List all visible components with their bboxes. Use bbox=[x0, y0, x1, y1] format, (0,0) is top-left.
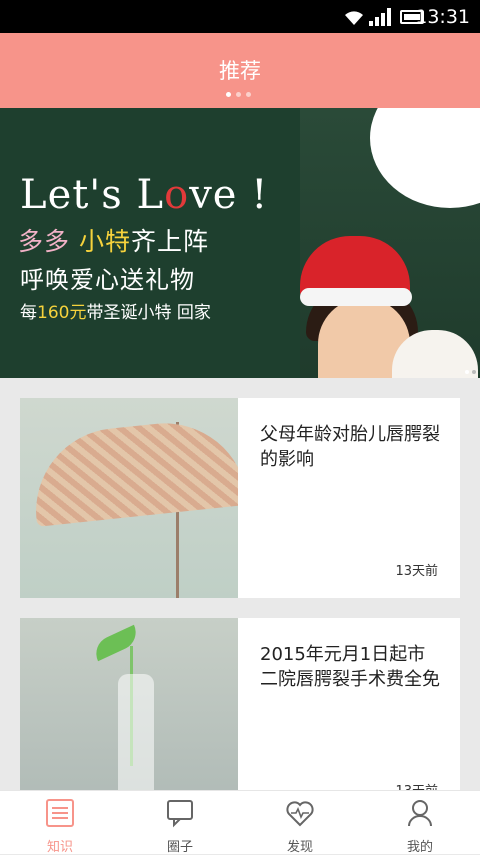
tab-circle[interactable]: 圈子 bbox=[120, 791, 240, 855]
umbrella-image bbox=[27, 415, 238, 527]
heartbeat-icon bbox=[286, 801, 314, 827]
plant-leaf bbox=[90, 624, 142, 662]
promo-banner[interactable]: Let's Love ! 多多 小特齐上阵 呼唤爱心送礼物 每160元带圣诞小特… bbox=[0, 108, 480, 378]
indicator-dot bbox=[226, 92, 231, 97]
article-thumbnail bbox=[20, 618, 238, 818]
tab-label: 发现 bbox=[286, 840, 313, 855]
article-card[interactable]: 2015年元月1日起市二院唇腭裂手术费全免 13天前 bbox=[20, 618, 460, 818]
status-time: 13:31 bbox=[415, 6, 470, 28]
article-title: 2015年元月1日起市二院唇腭裂手术费全免 bbox=[260, 644, 440, 690]
indicator-dot bbox=[465, 370, 469, 374]
header-page-indicator bbox=[226, 92, 251, 97]
santa-hat-brim bbox=[300, 288, 412, 306]
banner-subline-1: 多多 小特齐上阵 bbox=[18, 227, 209, 256]
page-title: 推荐 bbox=[219, 59, 261, 83]
indicator-dot bbox=[472, 370, 476, 374]
tab-label: 我的 bbox=[406, 840, 433, 855]
tab-label: 知识 bbox=[46, 840, 73, 855]
tab-profile[interactable]: 我的 bbox=[360, 791, 480, 855]
banner-page-indicator bbox=[465, 370, 476, 374]
article-time: 13天前 bbox=[395, 564, 438, 579]
app-header: 推荐 bbox=[0, 33, 480, 108]
bottom-tab-bar: 知识 圈子 发现 我的 bbox=[0, 790, 480, 855]
article-card[interactable]: 父母年龄对胎儿唇腭裂的影响 13天前 bbox=[20, 398, 460, 598]
indicator-dot bbox=[236, 92, 241, 97]
banner-subline-3: 每160元带圣诞小特 回家 bbox=[20, 303, 211, 323]
wifi-icon bbox=[345, 11, 363, 25]
tab-label: 圈子 bbox=[166, 840, 193, 855]
document-icon bbox=[46, 799, 74, 827]
chat-icon bbox=[167, 800, 193, 828]
status-bar: 13:31 bbox=[0, 0, 480, 33]
article-thumbnail bbox=[20, 398, 238, 598]
signal-icon bbox=[369, 8, 391, 26]
banner-headline: Let's Love ! bbox=[20, 172, 269, 218]
banner-subline-2: 呼唤爱心送礼物 bbox=[20, 266, 195, 294]
tab-knowledge[interactable]: 知识 bbox=[0, 791, 120, 855]
tab-discover[interactable]: 发现 bbox=[240, 791, 360, 855]
user-icon bbox=[408, 800, 432, 827]
indicator-dot bbox=[246, 92, 251, 97]
article-title: 父母年龄对胎儿唇腭裂的影响 bbox=[260, 424, 440, 470]
